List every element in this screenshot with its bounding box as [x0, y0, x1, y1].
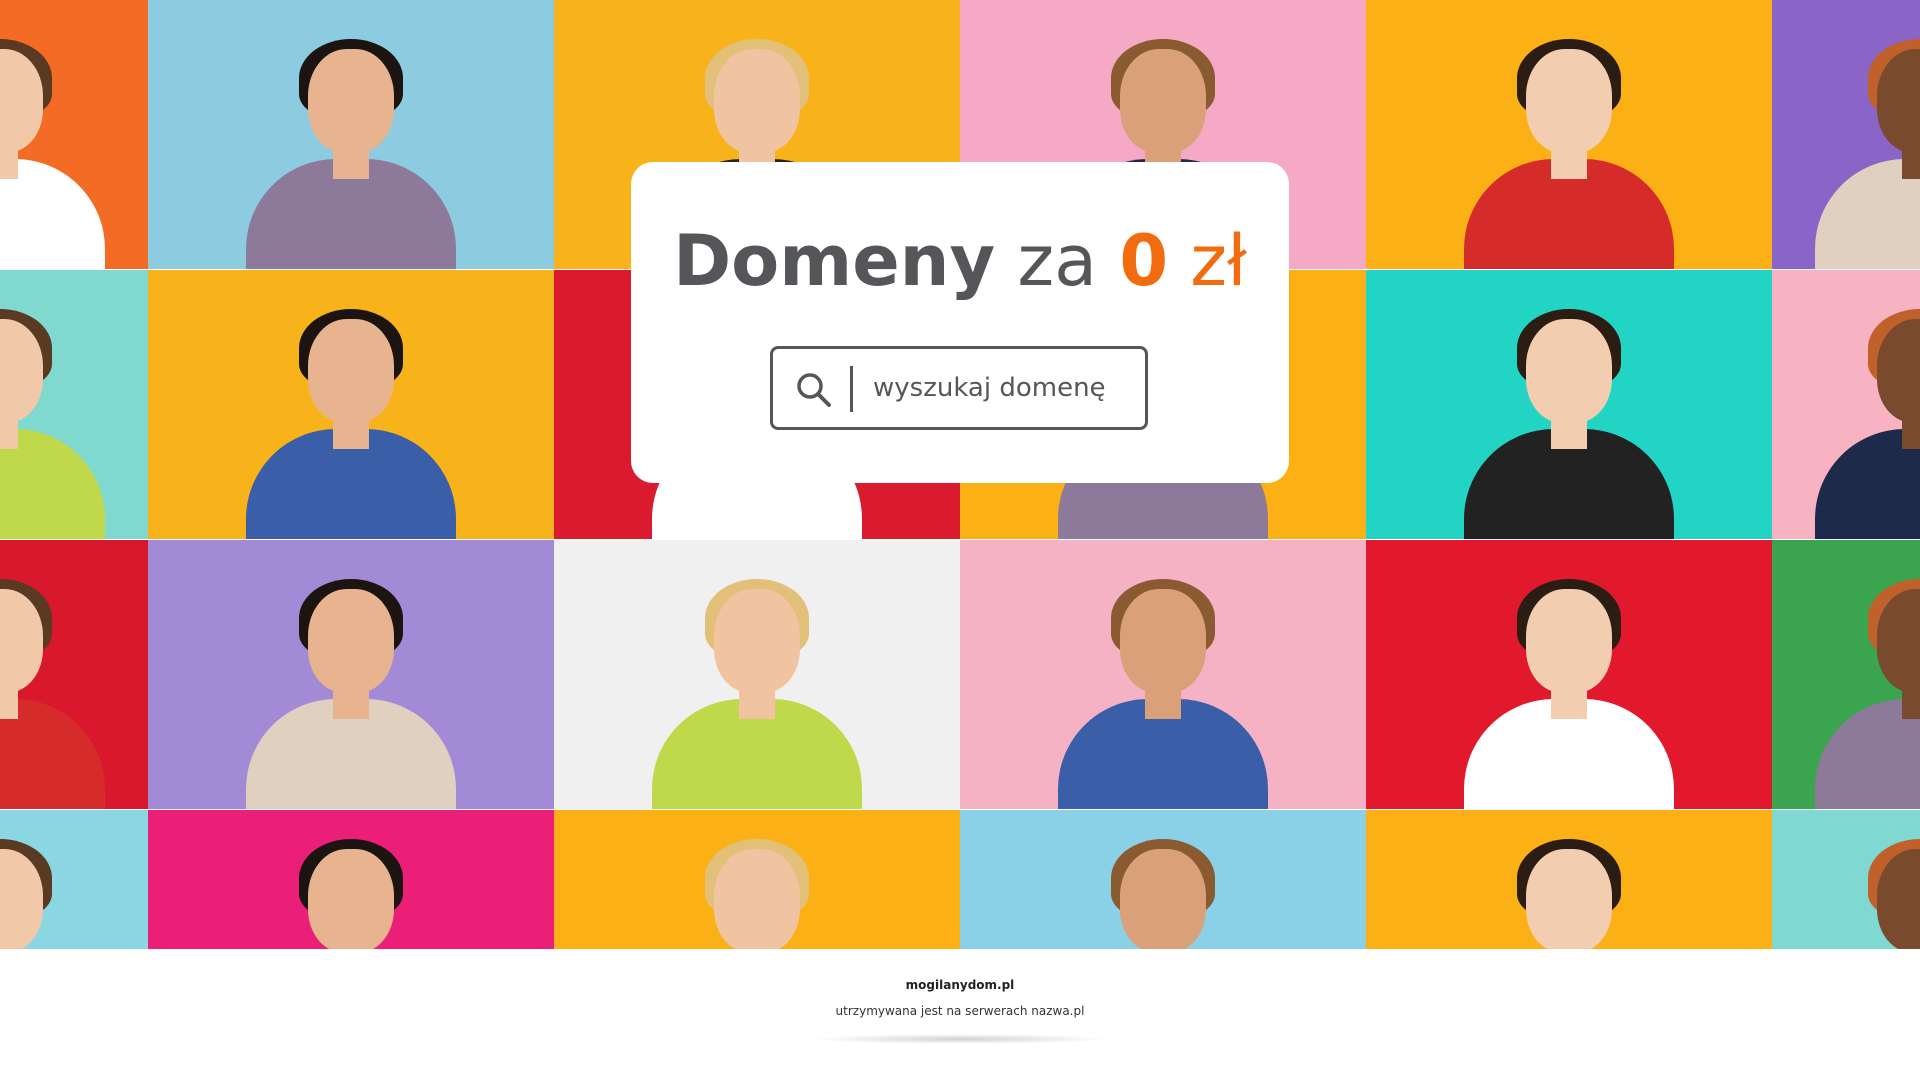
photo-tile: [554, 810, 960, 949]
person-head: [714, 49, 800, 153]
person-photo: [1459, 839, 1679, 949]
domain-search-input[interactable]: wyszukaj domenę: [770, 346, 1148, 430]
person-photo: [0, 579, 110, 809]
person-photo: [241, 579, 461, 809]
person-head: [1526, 589, 1612, 693]
person-photo: [1810, 579, 1920, 809]
person-head: [1526, 319, 1612, 423]
footer-hosting-note: utrzymywana jest na serwerach nazwa.pl: [835, 1004, 1085, 1018]
photo-tile: [0, 270, 148, 539]
photo-tile: [1772, 540, 1920, 809]
search-icon[interactable]: [795, 371, 833, 409]
photo-tile: [148, 270, 554, 539]
photo-tile: [148, 810, 554, 949]
person-head: [308, 849, 394, 949]
person-photo: [647, 579, 867, 809]
person-photo: [1053, 839, 1273, 949]
headline-domeny: Domeny: [673, 220, 996, 302]
photo-tile: [148, 540, 554, 809]
photo-tile: [1772, 270, 1920, 539]
page-title: Domeny za 0 zł: [0, 220, 1920, 302]
domain-search-card: [631, 162, 1289, 483]
search-placeholder[interactable]: wyszukaj domenę: [873, 349, 1106, 427]
person-head: [1120, 589, 1206, 693]
person-photo: [1810, 839, 1920, 949]
person-head: [1526, 849, 1612, 949]
photo-tile: [0, 810, 148, 949]
person-photo: [1810, 309, 1920, 539]
person-head: [714, 849, 800, 949]
person-photo: [1053, 579, 1273, 809]
photo-tile: [1366, 270, 1772, 539]
photo-tile: [1366, 540, 1772, 809]
person-head: [308, 49, 394, 153]
person-head: [1120, 849, 1206, 949]
person-photo: [241, 309, 461, 539]
person-head: [1120, 49, 1206, 153]
photo-tile: [960, 540, 1366, 809]
person-head: [714, 589, 800, 693]
photo-tile: [0, 540, 148, 809]
person-photo: [0, 839, 110, 949]
person-photo: [241, 839, 461, 949]
photo-tile: [1366, 810, 1772, 949]
person-photo: [1459, 579, 1679, 809]
photo-tile: [960, 810, 1366, 949]
person-head: [308, 589, 394, 693]
headline-price: 0: [1119, 220, 1169, 302]
person-head: [308, 319, 394, 423]
photo-tile: [554, 540, 960, 809]
headline-za: za: [1017, 220, 1098, 302]
photo-tile: [1772, 810, 1920, 949]
footer-domain-name: mogilanydom.pl: [905, 978, 1015, 992]
headline-currency: zł: [1190, 220, 1247, 302]
person-photo: [0, 309, 110, 539]
person-head: [1526, 49, 1612, 153]
person-photo: [647, 839, 867, 949]
search-divider: [850, 366, 853, 412]
footer-shadow: [810, 1034, 1110, 1044]
person-photo: [1459, 309, 1679, 539]
